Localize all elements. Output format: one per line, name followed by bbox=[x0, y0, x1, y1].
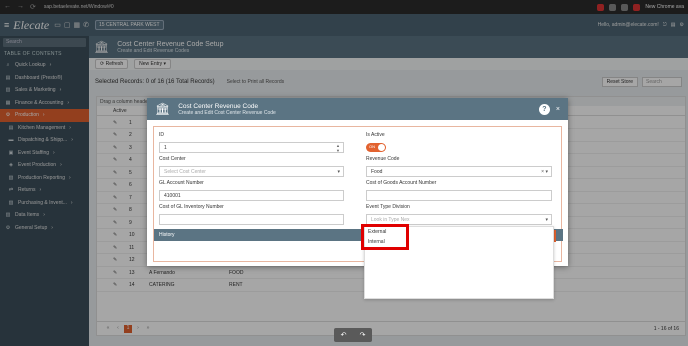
id-input[interactable]: 1 ▲ ▼ bbox=[159, 142, 344, 153]
clear-chevron-icon[interactable]: × ▾ bbox=[541, 169, 548, 175]
cogs-input[interactable] bbox=[366, 190, 552, 201]
cost-gl-inventory-input[interactable] bbox=[159, 214, 344, 225]
chevron-down-icon: ▾ bbox=[545, 217, 548, 223]
cost-center-placeholder: Select Cost Center bbox=[164, 169, 206, 175]
revenue-code-select[interactable]: Food × ▾ bbox=[366, 166, 552, 177]
undo-icon[interactable]: ↶ bbox=[341, 331, 347, 339]
redo-icon[interactable]: ↷ bbox=[360, 331, 366, 339]
event-type-label: Event Type Division bbox=[366, 204, 410, 210]
cost-center-select[interactable]: Select Cost Center ▾ bbox=[159, 166, 344, 177]
revenue-code-label: Revenue Code bbox=[366, 156, 400, 162]
id-label: ID bbox=[159, 132, 164, 138]
is-active-label: Is Active bbox=[366, 132, 385, 138]
id-value: 1 bbox=[164, 145, 167, 151]
chevron-down-icon: ▾ bbox=[337, 169, 340, 175]
floating-controls: ↶ ↷ bbox=[334, 328, 372, 342]
cost-gl-inventory-label: Cost of GL Inventory Number bbox=[159, 204, 224, 210]
bank-icon: 🏛 bbox=[155, 102, 171, 116]
toggle-knob bbox=[378, 144, 385, 151]
modal-title: Cost Center Revenue Code bbox=[178, 102, 259, 110]
revenue-code-value: Food bbox=[371, 169, 383, 175]
cogs-label: Cost of Goods Account Number bbox=[366, 180, 437, 186]
gl-account-label: GL Account Number bbox=[159, 180, 204, 186]
is-active-toggle[interactable]: ON bbox=[366, 143, 386, 152]
highlight-box bbox=[361, 224, 409, 250]
close-icon[interactable]: × bbox=[556, 106, 560, 113]
gl-account-value: 410001 bbox=[164, 193, 181, 199]
gl-account-input[interactable]: 410001 bbox=[159, 190, 344, 201]
event-type-placeholder: Look in Type Nex bbox=[371, 217, 410, 223]
cost-center-label: Cost Center bbox=[159, 156, 186, 162]
modal-header: 🏛 Cost Center Revenue Code Create and Ed… bbox=[147, 98, 568, 120]
toggle-on-label: ON bbox=[369, 144, 375, 149]
modal-subtitle: Create and Edit Cost Center Revenue Code bbox=[178, 109, 276, 116]
help-icon[interactable]: ? bbox=[538, 103, 550, 115]
stepper-icon[interactable]: ▲ ▼ bbox=[336, 143, 340, 153]
